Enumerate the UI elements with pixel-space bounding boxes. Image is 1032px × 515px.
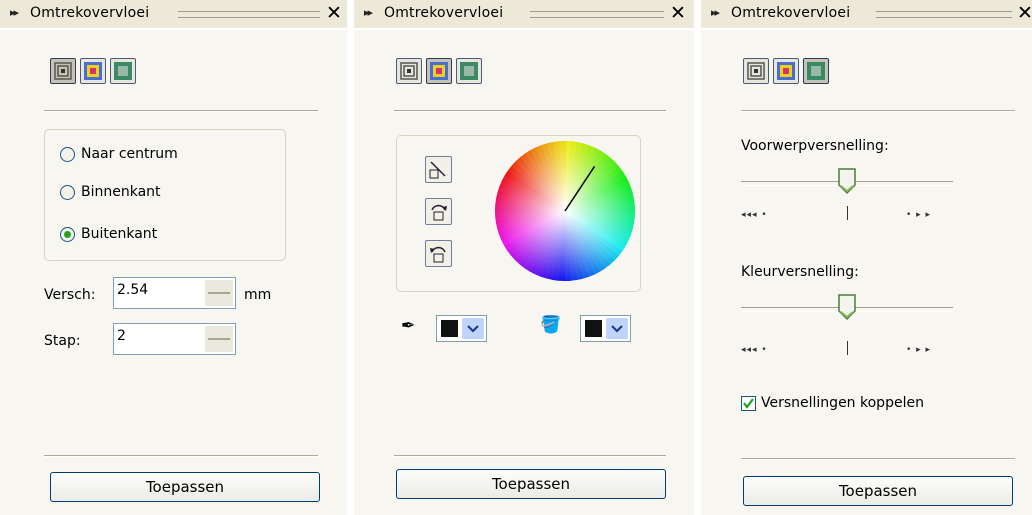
close-icon[interactable]: ✕ [670,3,686,23]
chevron-down-icon[interactable] [606,318,628,339]
outside-mode-button[interactable] [456,58,482,84]
inside-mode-button[interactable] [426,58,452,84]
to-center-mode-button[interactable] [396,58,422,84]
expand-icon[interactable]: ▸▸ [10,6,19,19]
counterclockwise-blend-button[interactable] [425,240,452,267]
separator [394,110,666,112]
linear-blend-icon [429,161,446,179]
contour-mode-buttons [50,58,140,84]
object-accel-label: Voorwerpversnelling: [741,138,889,154]
clockwise-blend-icon [431,204,447,221]
docker-title: Omtrekovervloei [384,5,504,21]
contour-mode-buttons [743,58,833,84]
link-accel-checkbox[interactable] [741,396,756,411]
to-center-icon [54,62,72,80]
docker-titlebar[interactable]: ▸▸ Omtrekovervloei ✕ [354,0,694,30]
radio-label: Binnenkant [81,184,161,200]
clockwise-blend-button[interactable] [425,198,452,225]
outside-mode-button[interactable] [803,58,829,84]
radio-outside[interactable]: Buitenkant [60,226,157,242]
panel-acceleration: ▸▸ Omtrekovervloei ✕ Voorwerpversnelling… [701,0,1032,515]
to-center-mode-button[interactable] [50,58,76,84]
radio-button[interactable] [60,184,75,200]
docker-titlebar[interactable]: ▸▸ Omtrekovervloei ✕ [0,0,347,30]
color-wheel[interactable] [494,140,636,282]
inside-icon [777,62,795,80]
radio-inside[interactable]: Binnenkant [60,184,161,200]
title-grip [178,11,320,18]
docker-title: Omtrekovervloei [30,5,150,21]
outline-pen-icon: ✒ [401,316,416,336]
to-center-mode-button[interactable] [743,58,769,84]
inside-icon [430,62,448,80]
contour-mode-buttons [396,58,486,84]
outside-mode-button[interactable] [110,58,136,84]
radio-button[interactable] [60,226,75,242]
slider-center-tick [847,341,848,355]
expand-icon[interactable]: ▸▸ [711,6,720,19]
color-accel-thumb[interactable] [837,294,857,321]
radio-button[interactable] [60,146,75,162]
separator [741,458,1015,460]
fill-bucket-icon: 🪣 [540,315,562,335]
to-center-icon [400,62,418,80]
counterclockwise-blend-icon [430,246,446,263]
slider-center-tick [847,206,848,220]
linear-blend-button[interactable] [425,156,452,183]
color-swatch [585,320,602,337]
radio-label: Naar centrum [81,146,178,162]
offset-value[interactable]: 2.54 [117,282,148,298]
offset-label: Versch: [44,287,96,303]
expand-icon[interactable]: ▸▸ [364,6,373,19]
chevron-down-icon[interactable] [462,318,484,339]
apply-button[interactable]: Toepassen [50,472,320,502]
close-icon[interactable]: ✕ [326,3,342,23]
separator [741,110,1015,112]
outside-icon [807,62,825,80]
inside-mode-button[interactable] [80,58,106,84]
docker-titlebar[interactable]: ▸▸ Omtrekovervloei ✕ [701,0,1032,30]
color-accel-label: Kleurversnelling: [741,264,859,280]
inside-icon [84,62,102,80]
outline-color-picker[interactable] [436,315,487,342]
fill-color-picker[interactable] [580,315,631,342]
steps-value[interactable]: 2 [117,328,126,344]
title-grip [530,11,664,18]
color-swatch [441,320,458,337]
steps-label: Stap: [44,333,81,349]
docker-title: Omtrekovervloei [731,5,851,21]
slider-right-ticks: • ▸ ▸ [906,210,932,220]
slider-left-ticks: ◂◂◂ • [741,345,768,355]
panel-direction: ▸▸ Omtrekovervloei ✕ Naar centrum Binnen… [0,0,348,515]
apply-button[interactable]: Toepassen [743,476,1013,506]
check-icon [743,398,754,409]
inside-mode-button[interactable] [773,58,799,84]
apply-button[interactable]: Toepassen [396,469,666,499]
slider-right-ticks: • ▸ ▸ [906,345,932,355]
separator [44,455,318,457]
steps-spinbox[interactable]: 2 [113,323,236,355]
separator [394,455,666,457]
spin-stepper[interactable] [205,280,233,306]
object-accel-thumb[interactable] [837,168,857,195]
radio-label: Buitenkant [81,226,158,242]
link-accel-label[interactable]: Versnellingen koppelen [761,395,924,411]
panel-color: ▸▸ Omtrekovervloei ✕ ✒ 🪣 Toepassen [354,0,695,515]
title-grip [876,11,1012,18]
close-icon[interactable]: ✕ [1017,3,1032,23]
offset-spinbox[interactable]: 2.54 [113,277,236,309]
separator [44,110,318,112]
outside-icon [114,62,132,80]
radio-to-center[interactable]: Naar centrum [60,146,178,162]
slider-left-ticks: ◂◂◂ • [741,210,768,220]
outside-icon [460,62,478,80]
spin-stepper[interactable] [205,326,233,352]
to-center-icon [747,62,765,80]
offset-unit: mm [244,287,272,303]
